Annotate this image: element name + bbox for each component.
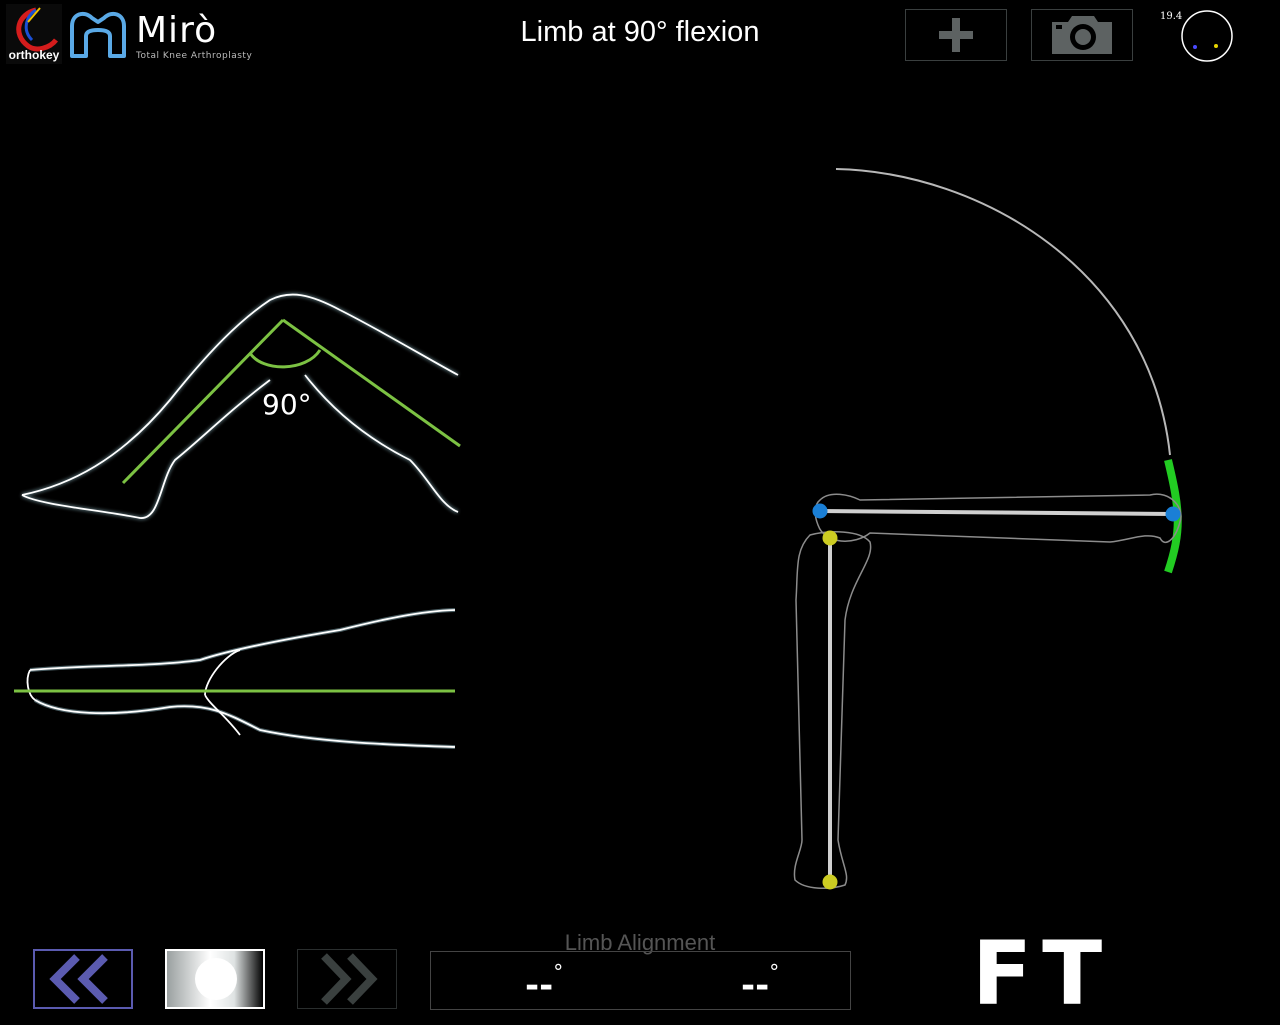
alignment-left-value: --° [525,960,564,1006]
mode-indicator: FT [972,922,1113,1025]
calf-outline [21,379,271,519]
leg-side-view-diagram [0,280,470,530]
alignment-right-value: --° [741,960,780,1006]
femur-distal-marker [1165,506,1181,522]
femur-proximal-marker [812,503,828,519]
add-button[interactable] [905,9,1007,61]
miro-logo: Mirò Total Knee Arthroplasty [66,8,266,64]
leg-top-outline-lower [34,699,456,748]
thigh-lower-outline [304,374,459,513]
femur-axis [819,509,1174,516]
fps-readout: 19.4 [1160,11,1183,22]
camera-icon [1052,16,1112,54]
limb-alignment-readout: --° --° [430,951,851,1010]
next-button[interactable] [297,949,397,1009]
flexion-arc [835,168,1171,456]
orthokey-brand-text: orthokey [8,48,60,62]
tracker-dot-blue [1193,45,1197,49]
knee-implant-icon [70,11,126,58]
app-name: Mirò [136,10,218,51]
tibia-proximal-marker [822,530,838,546]
leg-top-view-diagram [0,595,470,765]
app-subtitle: Total Knee Arthroplasty [136,51,253,61]
tibia-distal-marker [822,874,838,890]
orthokey-swirl-icon [16,7,58,52]
leg-top-outline-upper [29,609,456,671]
camera-button[interactable] [1031,9,1133,61]
femur-outline [814,493,1182,543]
page-title: Limb at 90° flexion [520,16,760,48]
record-dot-icon [195,958,237,1000]
flexion-angle-label: 90° [262,388,312,421]
record-button[interactable] [165,949,265,1009]
double-chevron-left-icon [49,954,108,1004]
tracker-visibility-indicator [1180,9,1234,63]
tibia-outline [793,531,872,890]
bone-model-view [780,150,1200,910]
double-chevron-right-icon [321,953,378,1005]
back-button[interactable] [33,949,133,1009]
plus-icon [939,18,973,52]
tracker-dot-yellow [1214,44,1218,48]
orthokey-logo: orthokey [6,4,62,64]
